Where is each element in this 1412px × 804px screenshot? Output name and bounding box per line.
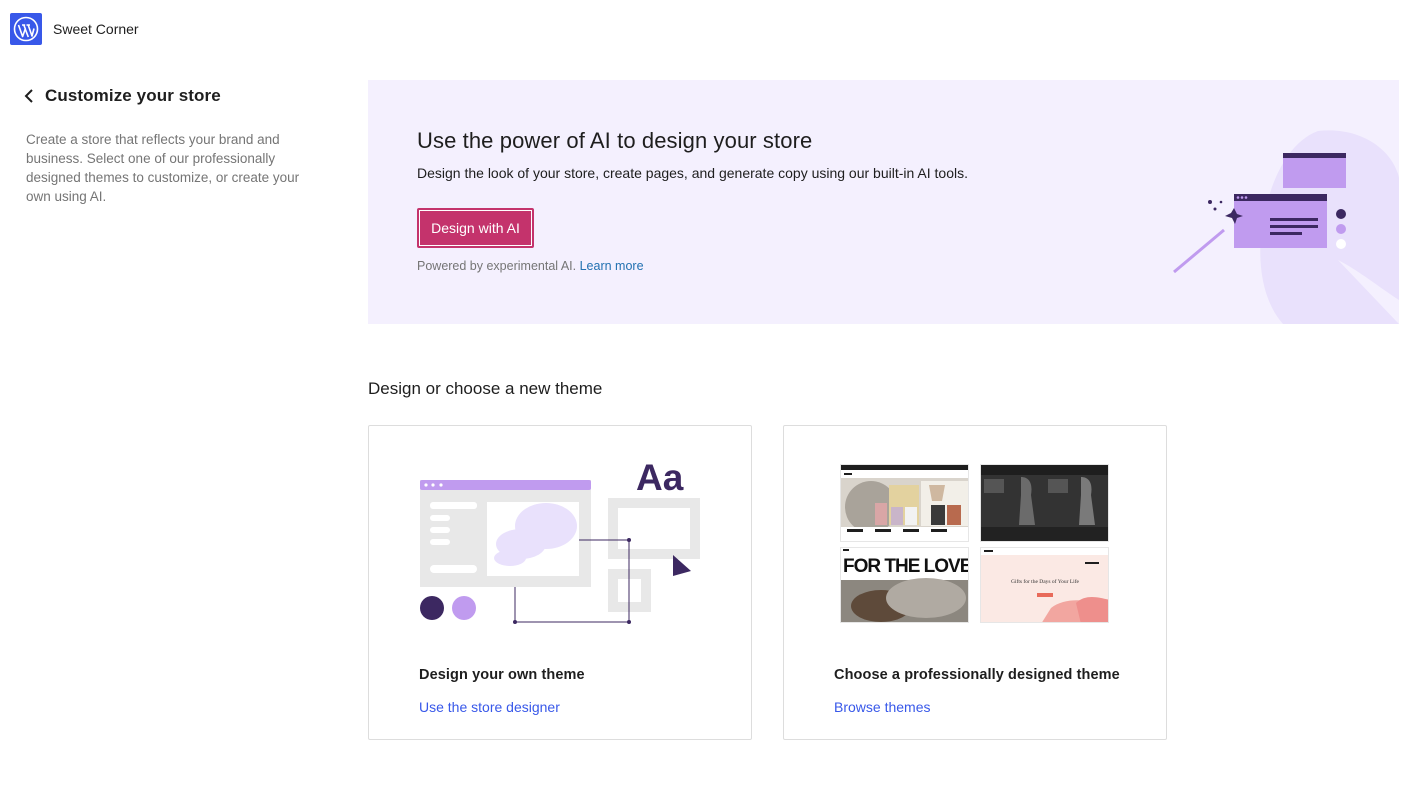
sidebar-header: Customize your store [20, 84, 310, 108]
ai-powered-note: Powered by experimental AI. Learn more [417, 259, 644, 273]
store-designer-link[interactable]: Use the store designer [419, 699, 560, 715]
thumbnail-tagline: Gifts for the Days of Your Life [1011, 578, 1080, 585]
top-bar: Sweet Corner [0, 0, 1412, 58]
wordpress-logo-icon[interactable] [10, 13, 42, 45]
store-designer-illustration: Aa [420, 459, 700, 624]
sidebar-title: Customize your store [45, 86, 221, 105]
chevron-left-icon [24, 89, 33, 103]
ai-powered-text: Powered by experimental AI. [417, 259, 577, 273]
pro-theme-card[interactable]: FOR THE LOVE OF B Gifts for the Days of … [783, 425, 1167, 740]
thumbnail-headline: FOR THE LOVE OF B [843, 556, 969, 577]
back-button[interactable] [20, 84, 38, 108]
theme-thumbnail-3: FOR THE LOVE OF B [840, 547, 969, 623]
design-with-ai-button[interactable]: Design with AI [417, 208, 534, 248]
sidebar: Customize your store Create a store that… [20, 84, 310, 206]
ai-banner-description: Design the look of your store, create pa… [417, 165, 968, 181]
ai-banner-title: Use the power of AI to design your store [417, 128, 813, 153]
theme-thumbnail-2 [980, 464, 1109, 542]
pro-theme-title: Choose a professionally designed theme [834, 667, 1120, 683]
theme-thumbnail-4: Gifts for the Days of Your Life [980, 547, 1109, 623]
browse-themes-link[interactable]: Browse themes [834, 699, 930, 715]
section-title: Design or choose a new theme [368, 379, 603, 398]
ai-banner: Use the power of AI to design your store… [368, 80, 1399, 324]
design-own-theme-card[interactable]: Aa Design your own theme Use the store d… [368, 425, 752, 740]
site-name: Sweet Corner [53, 21, 139, 37]
design-own-theme-title: Design your own theme [419, 667, 585, 683]
sidebar-description: Create a store that reflects your brand … [26, 132, 300, 204]
aa-glyph: Aa [636, 459, 684, 498]
learn-more-link[interactable]: Learn more [580, 259, 644, 273]
ai-magic-wand-illustration [1173, 130, 1399, 324]
theme-thumbnail-1 [840, 464, 969, 542]
